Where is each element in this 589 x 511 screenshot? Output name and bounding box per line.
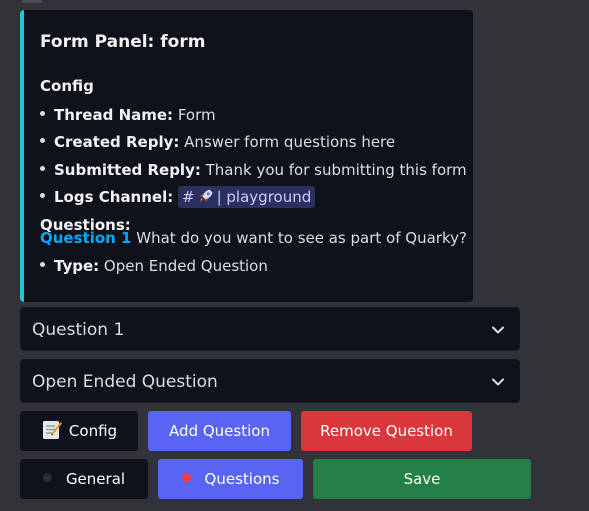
config-item-label: Thread Name: <box>54 106 174 124</box>
config-item-created-reply: Created Reply: Answer form questions her… <box>40 131 395 153</box>
channel-hash-icon: # <box>182 188 195 206</box>
bullet-dot <box>40 166 45 171</box>
config-item-value: Form <box>177 106 216 124</box>
config-item-thread-name: Thread Name: Form <box>40 104 216 126</box>
channel-mention-playground[interactable]: # | playground <box>178 186 316 208</box>
general-tab-button[interactable]: General <box>20 459 148 499</box>
question-type-select[interactable]: Open Ended Question <box>20 359 520 403</box>
question-type-label: Type: <box>54 257 100 275</box>
general-tab-label: General <box>65 470 126 488</box>
chevron-down-icon <box>492 378 504 386</box>
config-item-submitted-reply: Submitted Reply: Thank you for submittin… <box>40 159 467 181</box>
questions-status-dot-icon <box>181 473 191 482</box>
remove-question-button[interactable]: Remove Question <box>301 411 472 451</box>
questions-tab-button[interactable]: Questions <box>158 459 303 499</box>
chevron-down-icon <box>492 326 504 334</box>
config-item-label: Created Reply: <box>54 133 180 151</box>
bullet-dot <box>40 262 45 267</box>
bullet-dot <box>40 193 45 198</box>
question-type-item: Type: Open Ended Question <box>40 255 268 277</box>
question-type-value: Open Ended Question <box>103 257 268 275</box>
config-item-label: Submitted Reply: <box>54 161 201 179</box>
config-item-value: Answer form questions here <box>184 133 396 151</box>
rocket-icon <box>199 189 213 202</box>
bullet-dot <box>40 111 45 116</box>
embed-title: Form Panel: form <box>40 32 206 52</box>
config-item-value: Thank you for submitting this form <box>205 161 467 179</box>
question-type-select-value: Open Ended Question <box>32 372 218 392</box>
add-question-button[interactable]: Add Question <box>148 411 291 451</box>
question-link[interactable]: Question 1 <box>40 229 132 247</box>
questions-tab-label: Questions <box>204 470 280 488</box>
config-item-label: Logs Channel: <box>54 188 174 206</box>
question-select-value: Question 1 <box>32 320 125 340</box>
save-button[interactable]: Save <box>313 459 531 499</box>
question-select[interactable]: Question 1 <box>20 307 520 351</box>
config-button-label: Config <box>68 422 118 440</box>
config-button[interactable]: Config <box>20 411 138 451</box>
bullet-dot <box>40 138 45 143</box>
memo-icon <box>42 420 62 439</box>
general-status-dot-icon <box>42 473 52 482</box>
form-panel-embed: Form Panel: form Config Thread Name: For… <box>20 10 473 302</box>
previous-message-fragment <box>22 0 42 3</box>
config-heading: Config <box>40 77 94 95</box>
question-line: Question 1 What do you want to see as pa… <box>40 227 467 249</box>
config-item-logs-channel: Logs Channel: # | playground <box>40 186 316 208</box>
channel-name: | playground <box>216 188 312 206</box>
question-text: What do you want to see as part of Quark… <box>136 229 467 247</box>
